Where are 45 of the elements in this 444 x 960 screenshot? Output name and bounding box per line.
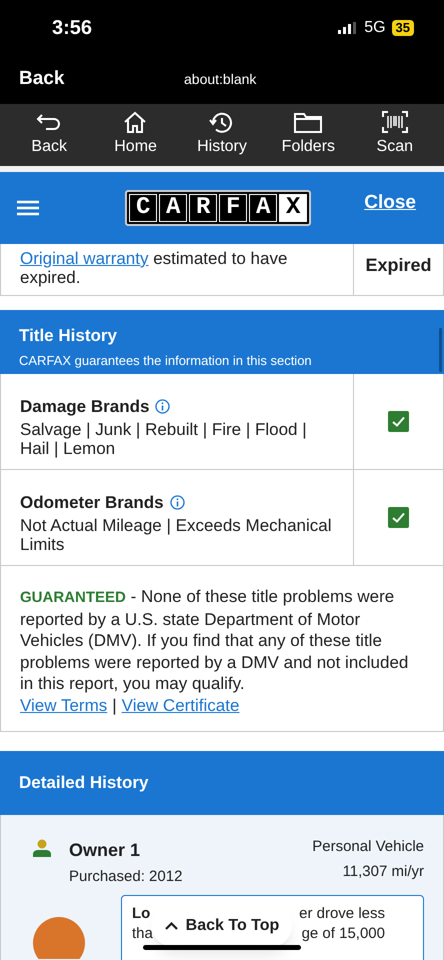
note-text: er drove less bbox=[299, 904, 385, 924]
barcode-scan-icon bbox=[382, 111, 408, 133]
note-text: tha bbox=[132, 924, 153, 944]
toolbar-home-button[interactable]: Home bbox=[96, 111, 176, 159]
person-icon bbox=[32, 839, 52, 857]
toolbar-folders-button[interactable]: Folders bbox=[268, 111, 348, 159]
close-link[interactable]: Close bbox=[364, 188, 416, 218]
signal-icon bbox=[338, 22, 358, 34]
url-label: about:blank bbox=[184, 70, 256, 89]
info-icon bbox=[170, 495, 185, 510]
info-icon bbox=[155, 399, 170, 414]
note-text: ge of 15,000 bbox=[302, 924, 385, 944]
mascot-avatar bbox=[31, 915, 87, 959]
guarantee-text: GUARANTEED - None of these title problems were reported by a U.S. state Department of Motor Vehicles (DMV). If you find that any of these title problems were reported by a DMV and not included in this report, you may qualify. bbox=[20, 586, 410, 694]
network-label: 5G bbox=[364, 18, 386, 38]
section-title: Detailed History bbox=[19, 772, 148, 794]
mileage: 11,307 mi/yr bbox=[342, 862, 424, 882]
toolbar-history-button[interactable]: History bbox=[182, 111, 262, 159]
section-title: Title History bbox=[19, 325, 118, 347]
folder-icon bbox=[294, 111, 322, 133]
toolbar-scan-button[interactable]: Scan bbox=[354, 111, 435, 159]
row-items: Salvage | Junk | Rebuilt | Fire | Flood | Hail | Lemon bbox=[20, 420, 308, 458]
toolbar-back-button[interactable]: Back bbox=[9, 111, 90, 159]
link-separator: | bbox=[112, 694, 117, 716]
note-text: Lo bbox=[132, 904, 150, 924]
purchase-date: Purchased: 2012 bbox=[69, 867, 182, 887]
time: 3:56 bbox=[52, 16, 92, 40]
back-button[interactable]: Back bbox=[19, 65, 64, 94]
warranty-text: Original warranty estimated to have expired. bbox=[1, 244, 354, 295]
warranty-status: Expired bbox=[365, 254, 432, 277]
row-title: Damage Brands bbox=[20, 396, 150, 418]
row-title: Odometer Brands bbox=[20, 492, 164, 514]
owner-name: Owner 1 bbox=[69, 839, 140, 862]
row-items: Not Actual Mileage | Exceeds Mechanical Limits bbox=[20, 516, 333, 554]
menu-icon bbox=[17, 200, 39, 216]
history-icon bbox=[208, 111, 235, 133]
caret-up-icon bbox=[164, 922, 178, 930]
scrollbar bbox=[439, 328, 442, 372]
vehicle-type: Personal Vehicle bbox=[312, 837, 424, 857]
warranty-link[interactable]: Original warranty bbox=[20, 249, 148, 268]
section-subtitle: CARFAX guarantees the information in this section bbox=[19, 352, 313, 370]
back-to-top-button[interactable]: Back To Top bbox=[152, 905, 292, 947]
view-link[interactable]: View Certificate bbox=[122, 694, 240, 716]
view-link[interactable]: View Terms bbox=[20, 694, 108, 716]
battery-indicator: 35 bbox=[392, 20, 414, 36]
